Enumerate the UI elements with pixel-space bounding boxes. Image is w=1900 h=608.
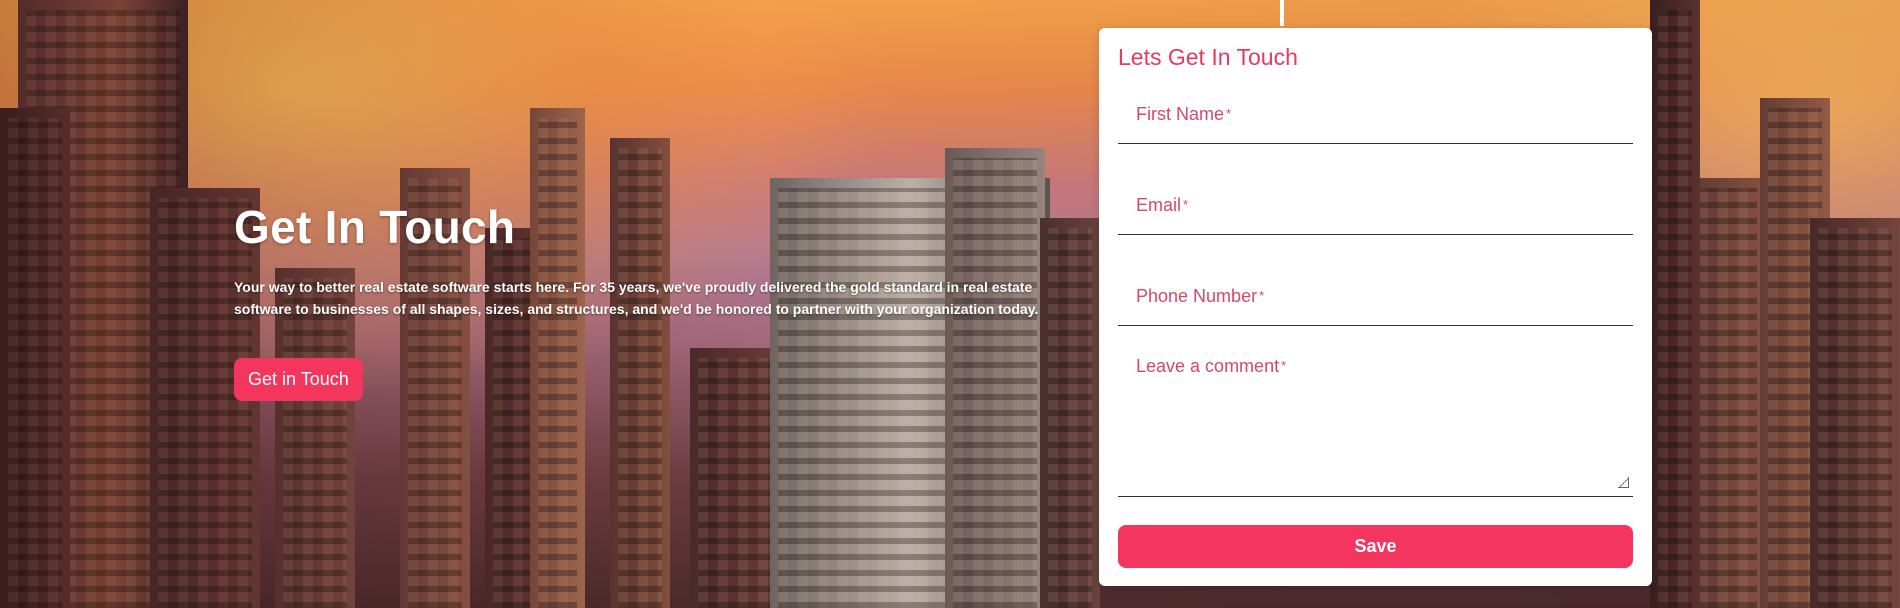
hero-section: Get In Touch Your way to better real est… — [234, 200, 1064, 401]
form-title: Lets Get In Touch — [1118, 44, 1298, 70]
comment-label: Leave a comment * — [1136, 356, 1287, 376]
required-marker: * — [1281, 358, 1287, 373]
hero-title: Get In Touch — [234, 201, 516, 253]
required-marker: * — [1259, 288, 1265, 303]
phone-label: Phone Number * — [1136, 286, 1265, 306]
email-label: Email * — [1136, 195, 1189, 215]
resize-handle-icon[interactable] — [1618, 477, 1629, 488]
first-name-label: First Name * — [1136, 104, 1232, 124]
contact-form: Lets Get In Touch First Name * Email * Pho… — [1099, 28, 1652, 586]
comment-field[interactable]: Leave a comment * — [1118, 326, 1637, 500]
hero-divider — [1280, 0, 1284, 26]
phone-field[interactable]: Phone Number * — [1118, 235, 1637, 326]
email-field[interactable]: Email * — [1118, 144, 1637, 235]
comment-textarea[interactable] — [1118, 326, 1637, 500]
required-marker: * — [1183, 197, 1189, 212]
phone-input[interactable] — [1118, 235, 1637, 325]
email-input[interactable] — [1118, 144, 1637, 234]
get-in-touch-button[interactable]: Get in Touch — [234, 358, 363, 401]
first-name-field[interactable]: First Name * — [1118, 71, 1637, 144]
hero-description: Your way to better real estate software … — [234, 279, 1039, 317]
save-button[interactable]: Save — [1118, 525, 1633, 568]
required-marker: * — [1226, 106, 1232, 121]
